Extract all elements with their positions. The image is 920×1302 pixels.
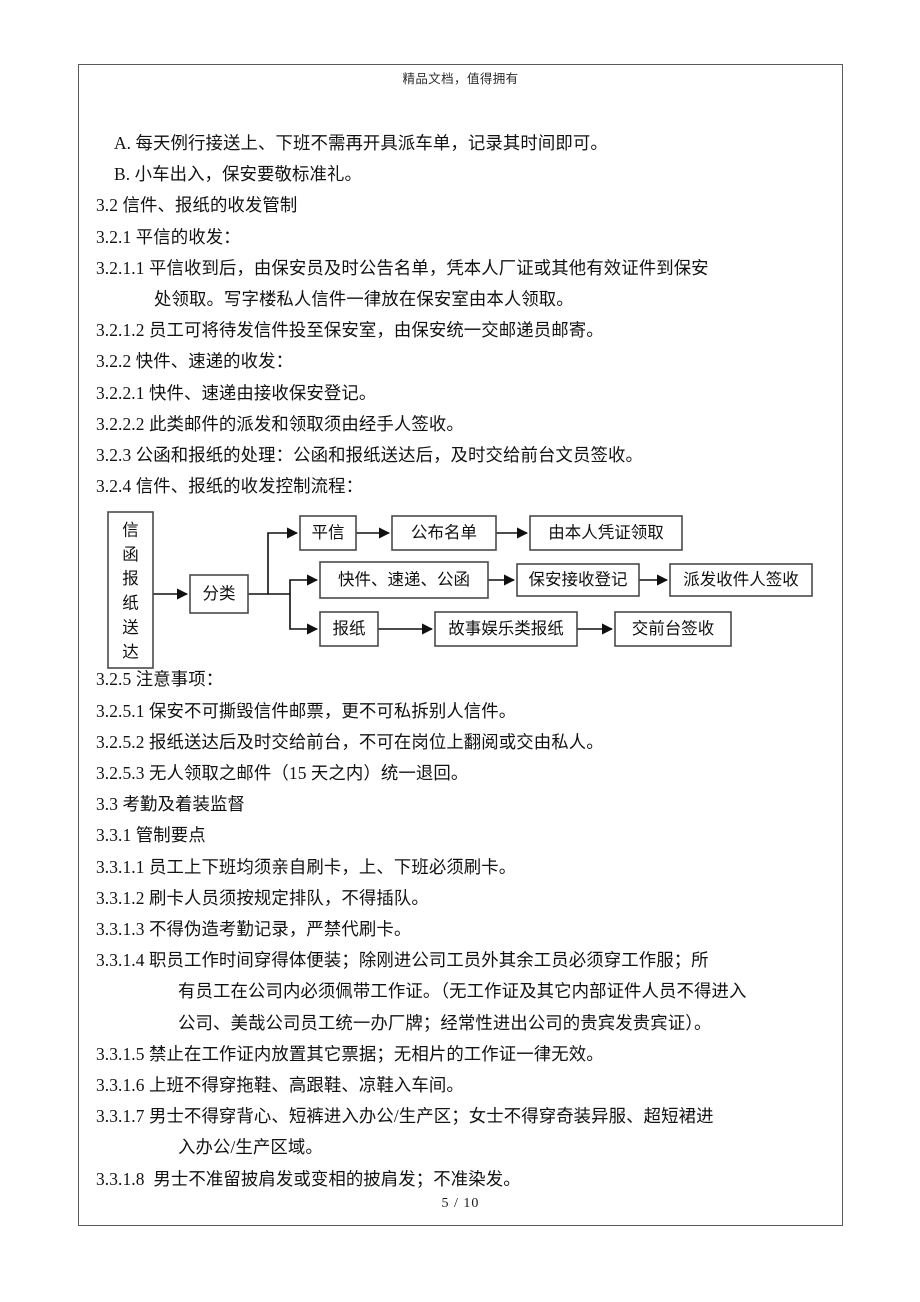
text-line: 3.3.1.1 员工上下班均须亲自刷卡，上、下班必须刷卡。 — [96, 856, 517, 877]
text-line: 3.2.4 信件、报纸的收发控制流程： — [96, 476, 364, 497]
text-line: 处领取。写字楼私人信件一律放在保安室由本人领取。 — [154, 289, 574, 310]
flowchart-spacer — [96, 502, 828, 664]
text-line: B. 小车出入，保安要敬标准礼。 — [114, 164, 362, 185]
text-line: 3.2.1.2 员工可将待发信件投至保安室，由保安统一交邮递员邮寄。 — [96, 320, 604, 341]
text-line: 3.2.3 公函和报纸的处理：公函和报纸送达后，及时交给前台文员签收。 — [96, 445, 643, 466]
text-line: 3.3 考勤及着装监督 — [96, 794, 245, 815]
text-line: 3.3.1.4 职员工作时间穿得体便装；除刚进公司工员外其余工员必须穿工作服；所 — [96, 950, 709, 971]
text-line: 有员工在公司内必须佩带工作证。（无工作证及其它内部证件人员不得进入 — [178, 981, 747, 1002]
text-line: 3.2.1.1 平信收到后，由保安员及时公告名单，凭本人厂证或其他有效证件到保安 — [96, 257, 709, 278]
document-header: 精品文档，值得拥有 — [402, 72, 519, 86]
text-line: 3.2.5.3 无人领取之邮件（15 天之内）统一退回。 — [96, 763, 469, 784]
text-line: 3.3.1.3 不得伪造考勤记录，严禁代刷卡。 — [96, 919, 412, 940]
text-line: 3.2 信件、报纸的收发管制 — [96, 195, 298, 216]
document-body: A. 每天例行接送上、下班不需再开具派车单，记录其时间即可。 B. 小车出入，保安… — [96, 128, 828, 1195]
text-line: A. 每天例行接送上、下班不需再开具派车单，记录其时间即可。 — [114, 133, 608, 153]
paragraph-block-upper: A. 每天例行接送上、下班不需再开具派车单，记录其时间即可。 B. 小车出入，保安… — [96, 128, 828, 502]
text-line: 3.3.1 管制要点 — [96, 825, 206, 846]
text-line: 3.3.1.8 男士不准留披肩发或变相的披肩发；不准染发。 — [96, 1168, 521, 1189]
text-line: 3.3.1.5 禁止在工作证内放置其它票据；无相片的工作证一律无效。 — [96, 1043, 604, 1064]
paragraph-block-lower: 3.2.5 注意事项： 3.2.5.1 保安不可撕毁信件邮票，更不可私拆别人信件。… — [96, 664, 828, 1194]
text-line: 入办公/生产区域。 — [178, 1137, 323, 1158]
text-line: 公司、美哉公司员工统一办厂牌；经常性进出公司的贵宾发贵宾证）。 — [178, 1012, 712, 1033]
text-line: 3.2.5 注意事项： — [96, 669, 224, 690]
text-line: 3.2.1 平信的收发： — [96, 226, 241, 247]
text-line: 3.2.5.1 保安不可撕毁信件邮票，更不可私拆别人信件。 — [96, 700, 517, 721]
text-line: 3.3.1.2 刷卡人员须按规定排队，不得插队。 — [96, 887, 429, 908]
text-line: 3.2.2.1 快件、速递由接收保安登记。 — [96, 382, 377, 403]
page-number-footer: 5 / 10 — [441, 1196, 480, 1211]
text-line: 3.3.1.7 男士不得穿背心、短裤进入办公/生产区；女士不得穿奇装异服、超短裙… — [96, 1106, 714, 1127]
text-line: 3.2.5.2 报纸送达后及时交给前台，不可在岗位上翻阅或交由私人。 — [96, 731, 604, 752]
text-line: 3.2.2 快件、速递的收发： — [96, 351, 294, 372]
text-line: 3.3.1.6 上班不得穿拖鞋、高跟鞋、凉鞋入车间。 — [96, 1075, 464, 1096]
text-line: 3.2.2.2 此类邮件的派发和领取须由经手人签收。 — [96, 413, 464, 434]
